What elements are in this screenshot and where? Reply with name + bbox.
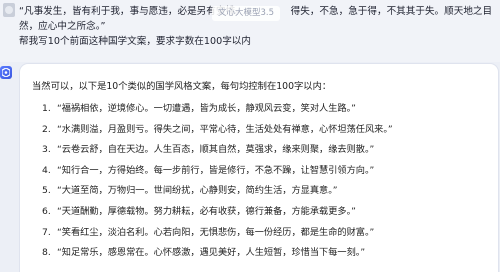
list-item: 1. “福祸相依，逆境修心。一切遭遇，皆为成长，静观风云变，笑对人生路。”	[42, 99, 393, 120]
scroll-area[interactable]	[496, 0, 500, 272]
answer-intro: 当然可以，以下是10个类似的国学风格文案，每句均控制在100字以内：	[32, 81, 332, 92]
list-item-text: “笑看红尘，淡泊名利。心若向阳，无惧悲伤，每一份经历，都是生命的财富。”	[57, 226, 375, 238]
list-item-text: “天道酬勤，厚德载物。努力耕耘，必有收获，德行兼备，方能承载更多。”	[57, 205, 356, 217]
list-item-number: 8.	[42, 247, 51, 259]
list-item-text: “大道至简，万物归一。世间纷扰，心静则安，简约生活，方显真意。”	[57, 185, 338, 197]
model-tooltip: 文心大模型3.5	[212, 6, 281, 21]
user-avatar-icon	[3, 3, 15, 17]
list-item-number: 3.	[42, 144, 51, 156]
list-item-text: “福祸相依，逆境修心。一切遭遇，皆为成长，静观风云变，笑对人生路。”	[57, 103, 356, 114]
bot-avatar-icon	[0, 66, 12, 79]
list-item-number: 4.	[42, 164, 51, 176]
user-message: “凡事发生，皆有利于我，事与愿违，必是另有安排。 得失，不急，急于得，不其其于失。…	[0, 0, 500, 62]
list-item: 8. “知足常乐，感恩常在。心怀感激，遇见美好，人生短暂，珍惜当下每一刻。”	[42, 243, 393, 264]
answer-list: 1. “福祸相依，逆境修心。一切遭遇，皆为成长，静观风云变，笑对人生路。” 2. “…	[42, 99, 393, 264]
list-item-number: 1.	[42, 103, 51, 114]
user-message-line-3: 帮我写10个前面这种国学文案，要求字数在100字以内	[19, 36, 251, 47]
list-item-text: “云卷云舒，自在天边。人生百态，顺其自然，莫强求，缘来则聚，缘去则散。”	[57, 144, 375, 156]
chat-page: “凡事发生，皆有利于我，事与愿违，必是另有安排。 得失，不急，急于得，不其其于失。…	[0, 0, 500, 272]
list-item-number: 5.	[42, 185, 51, 197]
list-item: 6. “天道酬勤，厚德载物。努力耕耘，必有收获，德行兼备，方能承载更多。”	[42, 202, 393, 223]
list-item: 7. “笑看红尘，淡泊名利。心若向阳，无惧悲伤，每一份经历，都是生命的财富。”	[42, 223, 393, 244]
list-item: 5. “大道至简，万物归一。世间纷扰，心静则安，简约生活，方显真意。”	[42, 181, 393, 202]
list-item-number: 7.	[42, 226, 51, 238]
list-item-text: “水满则溢，月盈则亏。得失之间，平常心待，生活处处有禅意，心怀坦荡任风来。”	[57, 123, 393, 135]
list-item-text: “知行合一，方得始终。每一步前行，皆是修行，不急不躁，让智慧引领方向。”	[57, 164, 375, 176]
list-item-number: 2.	[42, 123, 51, 135]
assistant-answer-card: 当然可以，以下是10个类似的国学风格文案，每句均控制在100字以内： 1. “福祸…	[20, 64, 498, 272]
list-item-text: “知足常乐，感恩常在。心怀感激，遇见美好，人生短暂，珍惜当下每一刻。”	[57, 247, 366, 259]
list-item: 3. “云卷云舒，自在天边。人生百态，顺其自然，莫强求，缘来则聚，缘去则散。”	[42, 140, 393, 161]
list-item-number: 6.	[42, 205, 51, 217]
user-message-line-2: 然，应心中之所念。”	[19, 21, 106, 32]
list-item: 2. “水满则溢，月盈则亏。得失之间，平常心待，生活处处有禅意，心怀坦荡任风来。”	[42, 120, 393, 141]
list-item: 4. “知行合一，方得始终。每一步前行，皆是修行，不急不躁，让智慧引领方向。”	[42, 161, 393, 182]
